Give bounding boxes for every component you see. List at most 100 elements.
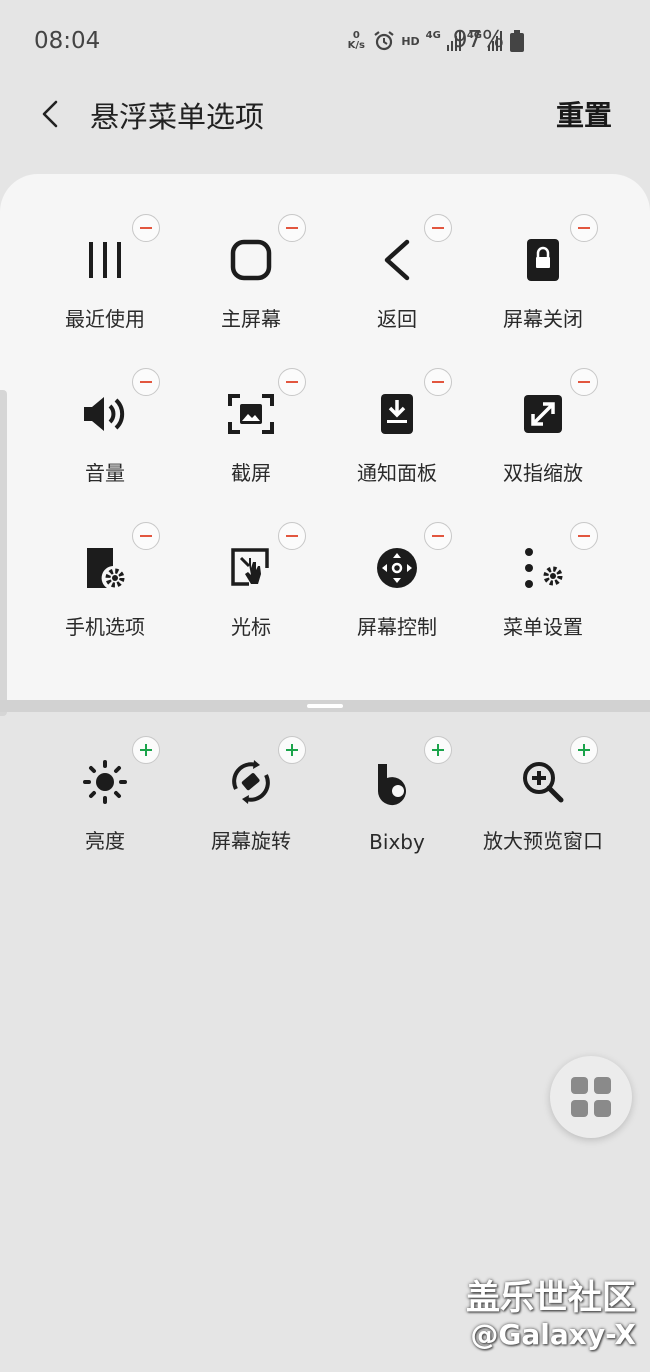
menu-item-home[interactable]: 主屏幕 [178,212,324,332]
menu-item-label: 最近使用 [65,307,145,331]
remove-badge[interactable] [132,214,160,242]
remove-badge[interactable] [570,214,598,242]
page-title: 悬浮菜单选项 [90,100,265,134]
menu-item-rotate[interactable]: 屏幕旋转 [178,734,324,854]
menu-item-label: 手机选项 [65,615,145,639]
menu-item-recents[interactable]: 最近使用 [32,212,178,332]
menu-item-screenshot[interactable]: 截屏 [178,366,324,486]
chevron-left-icon [42,100,58,128]
plus-icon [140,744,152,756]
alarm-icon [374,31,394,51]
minus-icon [578,227,590,229]
remove-badge[interactable] [132,522,160,550]
menu-item-label: Bixby [369,830,425,854]
network-speed: 0 K/s [345,31,367,51]
menu-item-label: 光标 [231,615,271,639]
minus-icon [432,227,444,229]
menu-item-screen-control[interactable]: 屏幕控制 [324,520,470,640]
add-badge[interactable] [132,736,160,764]
menu-item-label: 双指缩放 [503,461,583,485]
minus-icon [140,535,152,537]
hd-indicator: HD [401,34,420,48]
minus-icon [286,227,298,229]
menu-item-label: 返回 [377,307,417,331]
menu-item-label: 放大预览窗口 [483,829,603,853]
plus-icon [286,744,298,756]
notification-panel-icon [370,390,424,437]
minus-icon [140,227,152,229]
back-icon [370,236,424,283]
add-badge[interactable] [424,736,452,764]
battery-percent: 97% [452,27,504,53]
menu-item-label: 菜单设置 [503,615,583,639]
menu-item-label: 主屏幕 [221,307,281,331]
minus-icon [286,381,298,383]
header: 悬浮菜单选项 重置 [0,80,650,150]
remove-badge[interactable] [132,368,160,396]
active-items-panel: 最近使用 主屏幕 返回 屏幕关闭 音量 截屏 通知面板 双指缩放 手机选项 光标… [0,174,650,700]
menu-item-label: 屏幕关闭 [503,307,583,331]
watermark-line1: 盖乐世社区 [466,1278,636,1318]
add-badge[interactable] [570,736,598,764]
status-bar: 08:04 0 K/s HD 4G 4G 97% [0,0,650,80]
menu-item-label: 亮度 [85,829,125,853]
remove-badge[interactable] [278,522,306,550]
minus-icon [578,381,590,383]
remove-badge[interactable] [278,368,306,396]
screenshot-icon [224,390,278,437]
remove-badge[interactable] [424,214,452,242]
remove-badge[interactable] [424,522,452,550]
remove-badge[interactable] [278,214,306,242]
menu-item-bixby[interactable]: Bixby [324,734,470,854]
home-icon [224,236,278,283]
pinch-zoom-icon [516,390,570,437]
cursor-icon [224,544,278,591]
remove-badge[interactable] [570,522,598,550]
network-type-1: 4G [425,29,441,41]
screen: 08:04 0 K/s HD 4G 4G 97% 悬浮菜单选项 重置 最近使用 … [0,0,650,1372]
side-edge-handle[interactable] [0,390,7,716]
menu-item-label: 音量 [85,461,125,485]
assistant-menu-button[interactable] [550,1056,632,1138]
brightness-icon [78,758,132,805]
minus-icon [432,381,444,383]
bixby-icon [370,758,424,810]
menu-item-brightness[interactable]: 亮度 [32,734,178,854]
phone-options-icon [78,544,132,591]
remove-badge[interactable] [570,368,598,396]
menu-item-phone-options[interactable]: 手机选项 [32,520,178,640]
minus-icon [140,381,152,383]
recents-icon [78,236,132,283]
add-badge[interactable] [278,736,306,764]
network-speed-unit: K/s [347,40,365,51]
reset-button[interactable]: 重置 [556,94,612,134]
screen-lock-icon [516,236,570,283]
menu-item-back[interactable]: 返回 [324,212,470,332]
menu-item-menu-settings[interactable]: 菜单设置 [470,520,616,640]
minus-icon [286,535,298,537]
plus-icon [432,744,444,756]
menu-item-cursor[interactable]: 光标 [178,520,324,640]
screen-control-icon [370,544,424,591]
menu-item-pinch-zoom[interactable]: 双指缩放 [470,366,616,486]
status-time: 08:04 [34,28,101,54]
grid-icon [571,1077,611,1117]
rotate-icon [224,758,278,805]
back-button[interactable] [30,94,70,134]
menu-item-magnifier[interactable]: 放大预览窗口 [470,734,616,854]
menu-item-label: 截屏 [231,461,271,485]
menu-item-label: 屏幕旋转 [211,829,291,853]
volume-icon [78,390,132,437]
battery-icon [510,30,524,52]
remove-badge[interactable] [424,368,452,396]
minus-icon [578,535,590,537]
available-items-grid: 亮度 屏幕旋转 Bixby 放大预览窗口 [0,734,650,854]
menu-item-label: 屏幕控制 [357,615,437,639]
menu-item-label: 通知面板 [357,461,437,485]
menu-item-volume[interactable]: 音量 [32,366,178,486]
active-items-grid: 最近使用 主屏幕 返回 屏幕关闭 音量 截屏 通知面板 双指缩放 手机选项 光标… [0,212,650,640]
minus-icon [432,535,444,537]
drag-handle[interactable] [307,704,343,708]
menu-item-screen-off[interactable]: 屏幕关闭 [470,212,616,332]
menu-item-notification-panel[interactable]: 通知面板 [324,366,470,486]
